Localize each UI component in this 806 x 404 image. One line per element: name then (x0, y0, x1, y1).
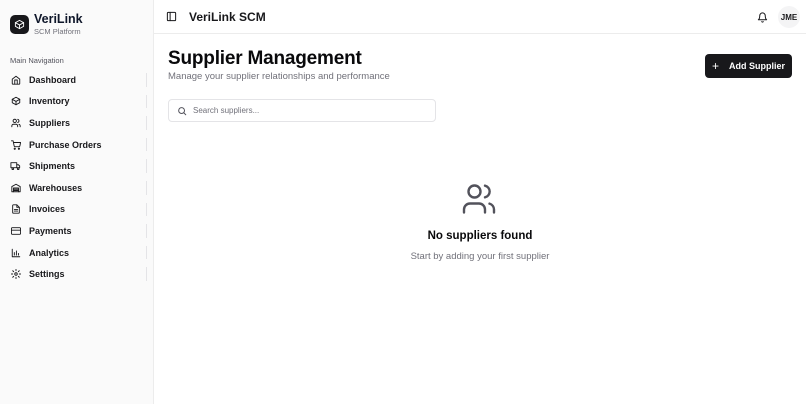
sidebar-item-purchase-orders[interactable]: Purchase Orders (0, 134, 153, 156)
sidebar-item-label: Dashboard (29, 74, 77, 85)
brand[interactable]: VeriLink SCM Platform (0, 0, 153, 48)
brand-title: VeriLink (34, 11, 83, 26)
bar-chart-icon (10, 247, 21, 258)
search-box[interactable] (168, 99, 436, 122)
sidebar-item-suppliers[interactable]: Suppliers (0, 112, 153, 134)
brand-subtitle: SCM Platform (34, 26, 81, 36)
sidebar-item-label: Payments (29, 225, 72, 236)
add-supplier-button[interactable]: + Add Supplier (705, 54, 792, 78)
bell-icon[interactable] (756, 11, 768, 23)
sidebar-item-invoices[interactable]: Invoices (0, 199, 153, 221)
sidebar-item-label: Invoices (29, 204, 66, 215)
sidebar-item-label: Analytics (29, 247, 70, 258)
page-subtitle: Manage your supplier relationships and p… (168, 71, 390, 82)
sidebar-item-dashboard[interactable]: Dashboard (0, 69, 153, 91)
home-icon (10, 74, 21, 85)
avatar[interactable]: JME (778, 6, 800, 28)
gear-icon (10, 269, 21, 280)
nav-section-label: Main Navigation (10, 56, 64, 65)
sidebar-item-settings[interactable]: Settings (0, 263, 153, 285)
sidebar-item-label: Inventory (29, 96, 70, 107)
header-title: VeriLink SCM (189, 9, 266, 24)
sidebar-nav: Dashboard Inventory Suppliers Purchase O… (0, 69, 153, 285)
truck-icon (10, 161, 21, 172)
sidebar-toggle-icon[interactable] (165, 11, 177, 23)
cart-icon (10, 139, 21, 150)
users-icon (460, 181, 498, 217)
package-icon (10, 96, 21, 107)
sidebar-item-label: Suppliers (29, 117, 71, 128)
empty-state-subtitle: Start by adding your first supplier (410, 251, 550, 262)
sidebar-item-label: Purchase Orders (29, 139, 102, 150)
warehouse-icon (10, 182, 21, 193)
sidebar-item-shipments[interactable]: Shipments (0, 155, 153, 177)
add-supplier-label: Add Supplier (729, 61, 785, 71)
users-icon (10, 117, 21, 128)
sidebar-item-label: Warehouses (29, 182, 83, 193)
empty-state-title: No suppliers found (427, 230, 533, 242)
search-input[interactable] (193, 106, 423, 115)
search-icon (176, 105, 187, 116)
file-icon (10, 204, 21, 215)
sidebar-item-label: Settings (29, 269, 65, 280)
sidebar-item-label: Shipments (29, 161, 76, 172)
plus-icon: + (711, 59, 719, 73)
page-title: Supplier Management (168, 48, 362, 69)
sidebar-item-payments[interactable]: Payments (0, 220, 153, 242)
sidebar-item-warehouses[interactable]: Warehouses (0, 177, 153, 199)
box-logo-icon (10, 14, 29, 34)
sidebar-item-analytics[interactable]: Analytics (0, 242, 153, 264)
top-header: VeriLink SCM JME (154, 0, 806, 34)
sidebar-item-inventory[interactable]: Inventory (0, 91, 153, 113)
sidebar: VeriLink SCM Platform Main Navigation Da… (0, 0, 154, 404)
credit-card-icon (10, 225, 21, 236)
